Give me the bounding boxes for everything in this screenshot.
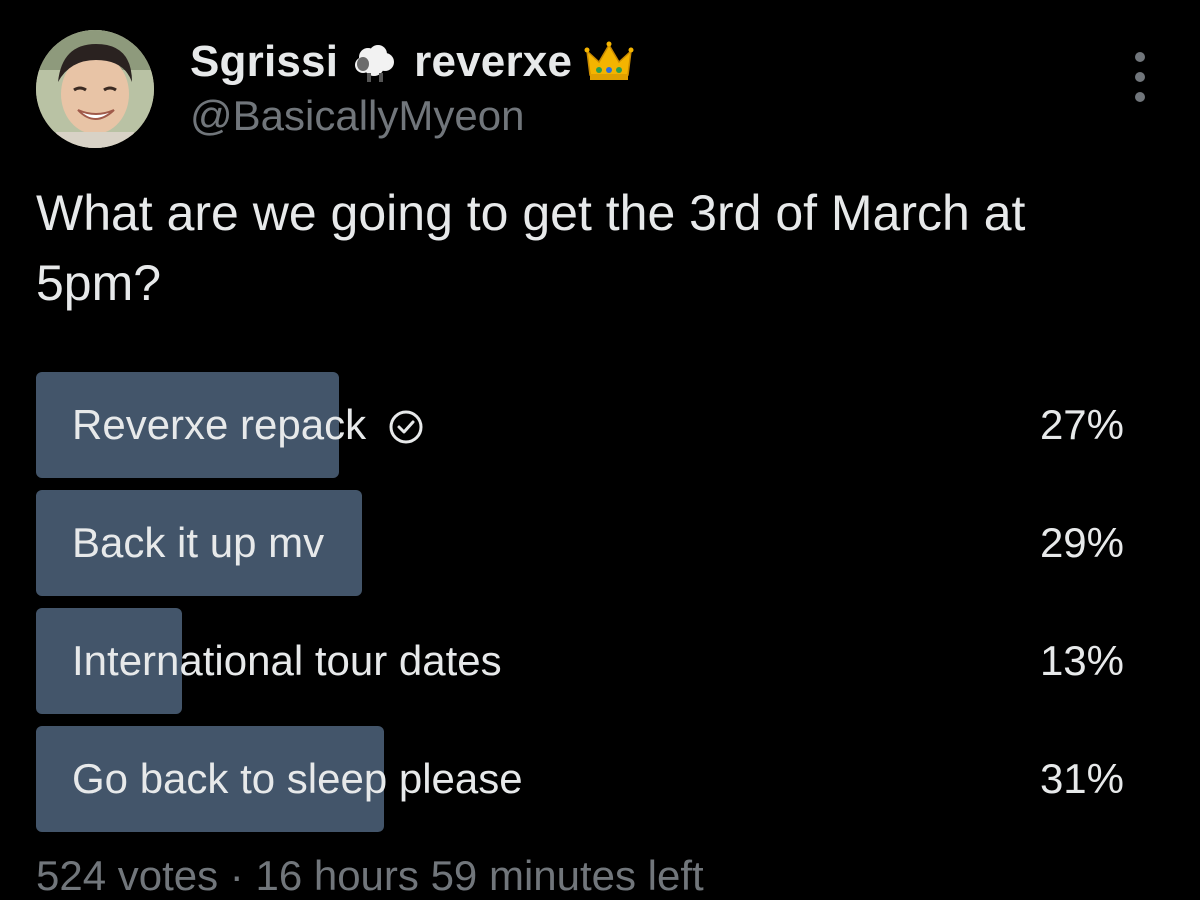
poll-option-label-wrap: Reverxe repack [72,372,424,478]
tweet-header: Sgrissi reverxe @BasicallyMyeon [190,34,634,140]
poll-option-label: Reverxe repack [72,401,367,448]
poll-option-percent: 27% [1039,401,1124,448]
poll-option-label-wrap: Back it up mv [72,490,324,596]
poll-option[interactable]: International tour dates 13% [36,608,1124,714]
poll-option[interactable]: Go back to sleep please 31% [36,726,1124,832]
poll-option-label: Back it up mv [72,519,325,566]
tweet: Sgrissi reverxe @BasicallyMyeon What are… [0,0,1200,899]
crown-icon [584,37,634,87]
avatar[interactable] [36,30,154,148]
more-dot [1135,52,1145,62]
sheep-icon [350,37,400,87]
user-handle[interactable]: @BasicallyMyeon [190,92,634,140]
tweet-text: What are we going to get the 3rd of Marc… [36,185,1026,311]
display-name-suffix[interactable]: reverxe [414,37,572,87]
poll-option-label: International tour dates [72,637,502,684]
check-circle-icon [388,407,424,444]
poll-option-label: Go back to sleep please [72,755,523,802]
poll-option[interactable]: Back it up mv 29% [36,490,1124,596]
more-dot [1135,92,1145,102]
name-row[interactable]: Sgrissi reverxe [190,34,634,90]
poll-option-percent: 29% [1039,519,1124,566]
poll-option-label-wrap: International tour dates [72,608,502,714]
poll-option-percent: 31% [1039,755,1124,802]
poll-option-label-wrap: Go back to sleep please [72,726,523,832]
more-dot [1135,72,1145,82]
poll-footer: 524 votes · 16 hours 59 minutes left [36,852,704,899]
poll-option-percent: 13% [1039,637,1124,684]
more-options-icon[interactable] [1120,52,1160,102]
poll-option[interactable]: Reverxe repack 27% [36,372,1124,478]
display-name[interactable]: Sgrissi [190,37,338,87]
poll: Reverxe repack 27% Back it up mv 29% Int… [36,372,1124,844]
